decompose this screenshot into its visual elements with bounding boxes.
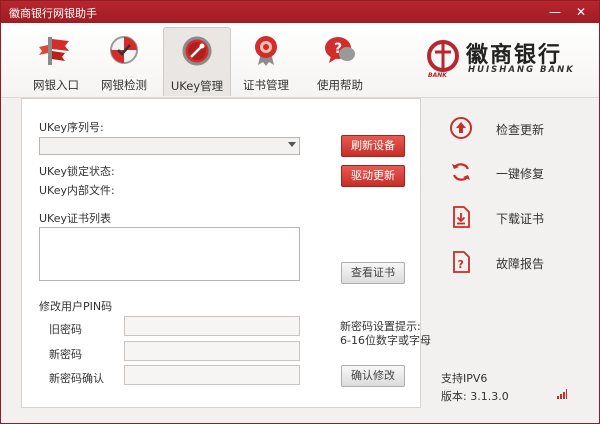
cert-list-box[interactable] <box>39 227 300 281</box>
signal-strength-icon <box>557 389 567 399</box>
bank-logo: BANK 徽商银行 HUISHANG BANK <box>426 37 586 81</box>
old-pin-label: 旧密码 <box>49 323 82 336</box>
serial-label: UKey序列号: <box>39 121 104 134</box>
top-toolbar: 网银入口 网银检测 UKey管理 证书管理 ? 使用帮助 BANK 徽商银行 H… <box>1 23 599 98</box>
logo-bank-text: BANK <box>428 72 447 79</box>
tab-label: UKey管理 <box>170 79 224 93</box>
check-update-item[interactable]: 检查更新 <box>449 116 579 142</box>
tab-help[interactable]: ? 使用帮助 <box>307 27 373 95</box>
side-item-label: 故障报告 <box>496 257 545 271</box>
report-question-icon: ? <box>453 251 470 273</box>
chevron-down-icon <box>288 142 296 147</box>
side-item-label: 下载证书 <box>496 212 545 226</box>
window-title: 徽商银行网银助手 <box>9 7 97 20</box>
bank-logo-icon <box>427 40 459 72</box>
pin-hint-body: 6-16位数字或字母 <box>340 334 431 347</box>
close-button[interactable]: ✕ <box>569 4 593 20</box>
confirm-pin-input[interactable] <box>124 365 300 385</box>
tab-ukey-manage[interactable]: UKey管理 <box>163 27 231 96</box>
shield-check-icon <box>110 36 138 64</box>
online-banking-icon <box>39 37 69 65</box>
old-pin-input[interactable] <box>124 316 300 336</box>
quick-repair-item[interactable]: 一键修复 <box>449 160 579 186</box>
tab-label: 网银入口 <box>33 78 79 92</box>
title-bar[interactable]: 徽商银行网银助手 — ✕ <box>1 1 599 23</box>
tab-cert-manage[interactable]: 证书管理 <box>233 27 299 95</box>
minimize-button[interactable]: — <box>543 4 567 20</box>
refresh-cycle-icon <box>452 163 470 181</box>
side-panel: 检查更新 一键修复 下载证书 ? 故障报告 支持IPV6 版本: 3.1.3.0 <box>421 98 585 406</box>
tab-label: 证书管理 <box>243 78 289 92</box>
pin-section-label: 修改用户PIN码 <box>39 300 113 313</box>
logo-english-name: HUISHANG BANK <box>468 65 575 75</box>
fault-report-item[interactable]: ? 故障报告 <box>449 250 579 276</box>
ukey-icon <box>182 36 212 66</box>
certificate-icon <box>255 36 277 66</box>
tab-online-banking[interactable]: 网银入口 <box>23 27 89 95</box>
confirm-pin-label: 新密码确认 <box>49 372 104 385</box>
side-item-label: 检查更新 <box>496 123 545 137</box>
svg-text:?: ? <box>334 41 342 57</box>
version-label: 版本: 3.1.3.0 <box>441 390 509 403</box>
internal-files-label: UKey内部文件: <box>39 184 115 197</box>
new-pin-label: 新密码 <box>49 348 82 361</box>
lock-status-label: UKey锁定状态: <box>39 165 115 178</box>
side-item-label: 一键修复 <box>496 167 545 181</box>
refresh-device-button[interactable]: 刷新设备 <box>341 135 405 157</box>
tab-label: 使用帮助 <box>317 78 363 92</box>
svg-text:?: ? <box>458 258 464 271</box>
new-pin-input[interactable] <box>124 341 300 361</box>
help-bubble-icon: ? <box>325 37 355 63</box>
driver-update-button[interactable]: 驱动更新 <box>341 165 405 187</box>
cert-list-label: UKey证书列表 <box>39 212 111 225</box>
confirm-change-button[interactable]: 确认修改 <box>341 365 405 387</box>
tab-banking-check[interactable]: 网银检测 <box>91 27 157 95</box>
download-file-icon <box>453 206 470 228</box>
app-window: 徽商银行网银助手 — ✕ 网银入口 网银检测 UKey管理 证书管理 ? 使用帮… <box>0 0 600 424</box>
update-arrow-icon <box>450 117 472 139</box>
ipv6-support: 支持IPV6 <box>441 372 488 385</box>
view-cert-button[interactable]: 查看证书 <box>341 262 405 284</box>
serial-select[interactable] <box>39 137 300 155</box>
tab-label: 网银检测 <box>101 78 147 92</box>
download-cert-item[interactable]: 下载证书 <box>449 205 579 231</box>
ukey-panel: UKey序列号: 刷新设备 UKey锁定状态: UKey内部文件: 驱动更新 U… <box>21 98 431 408</box>
